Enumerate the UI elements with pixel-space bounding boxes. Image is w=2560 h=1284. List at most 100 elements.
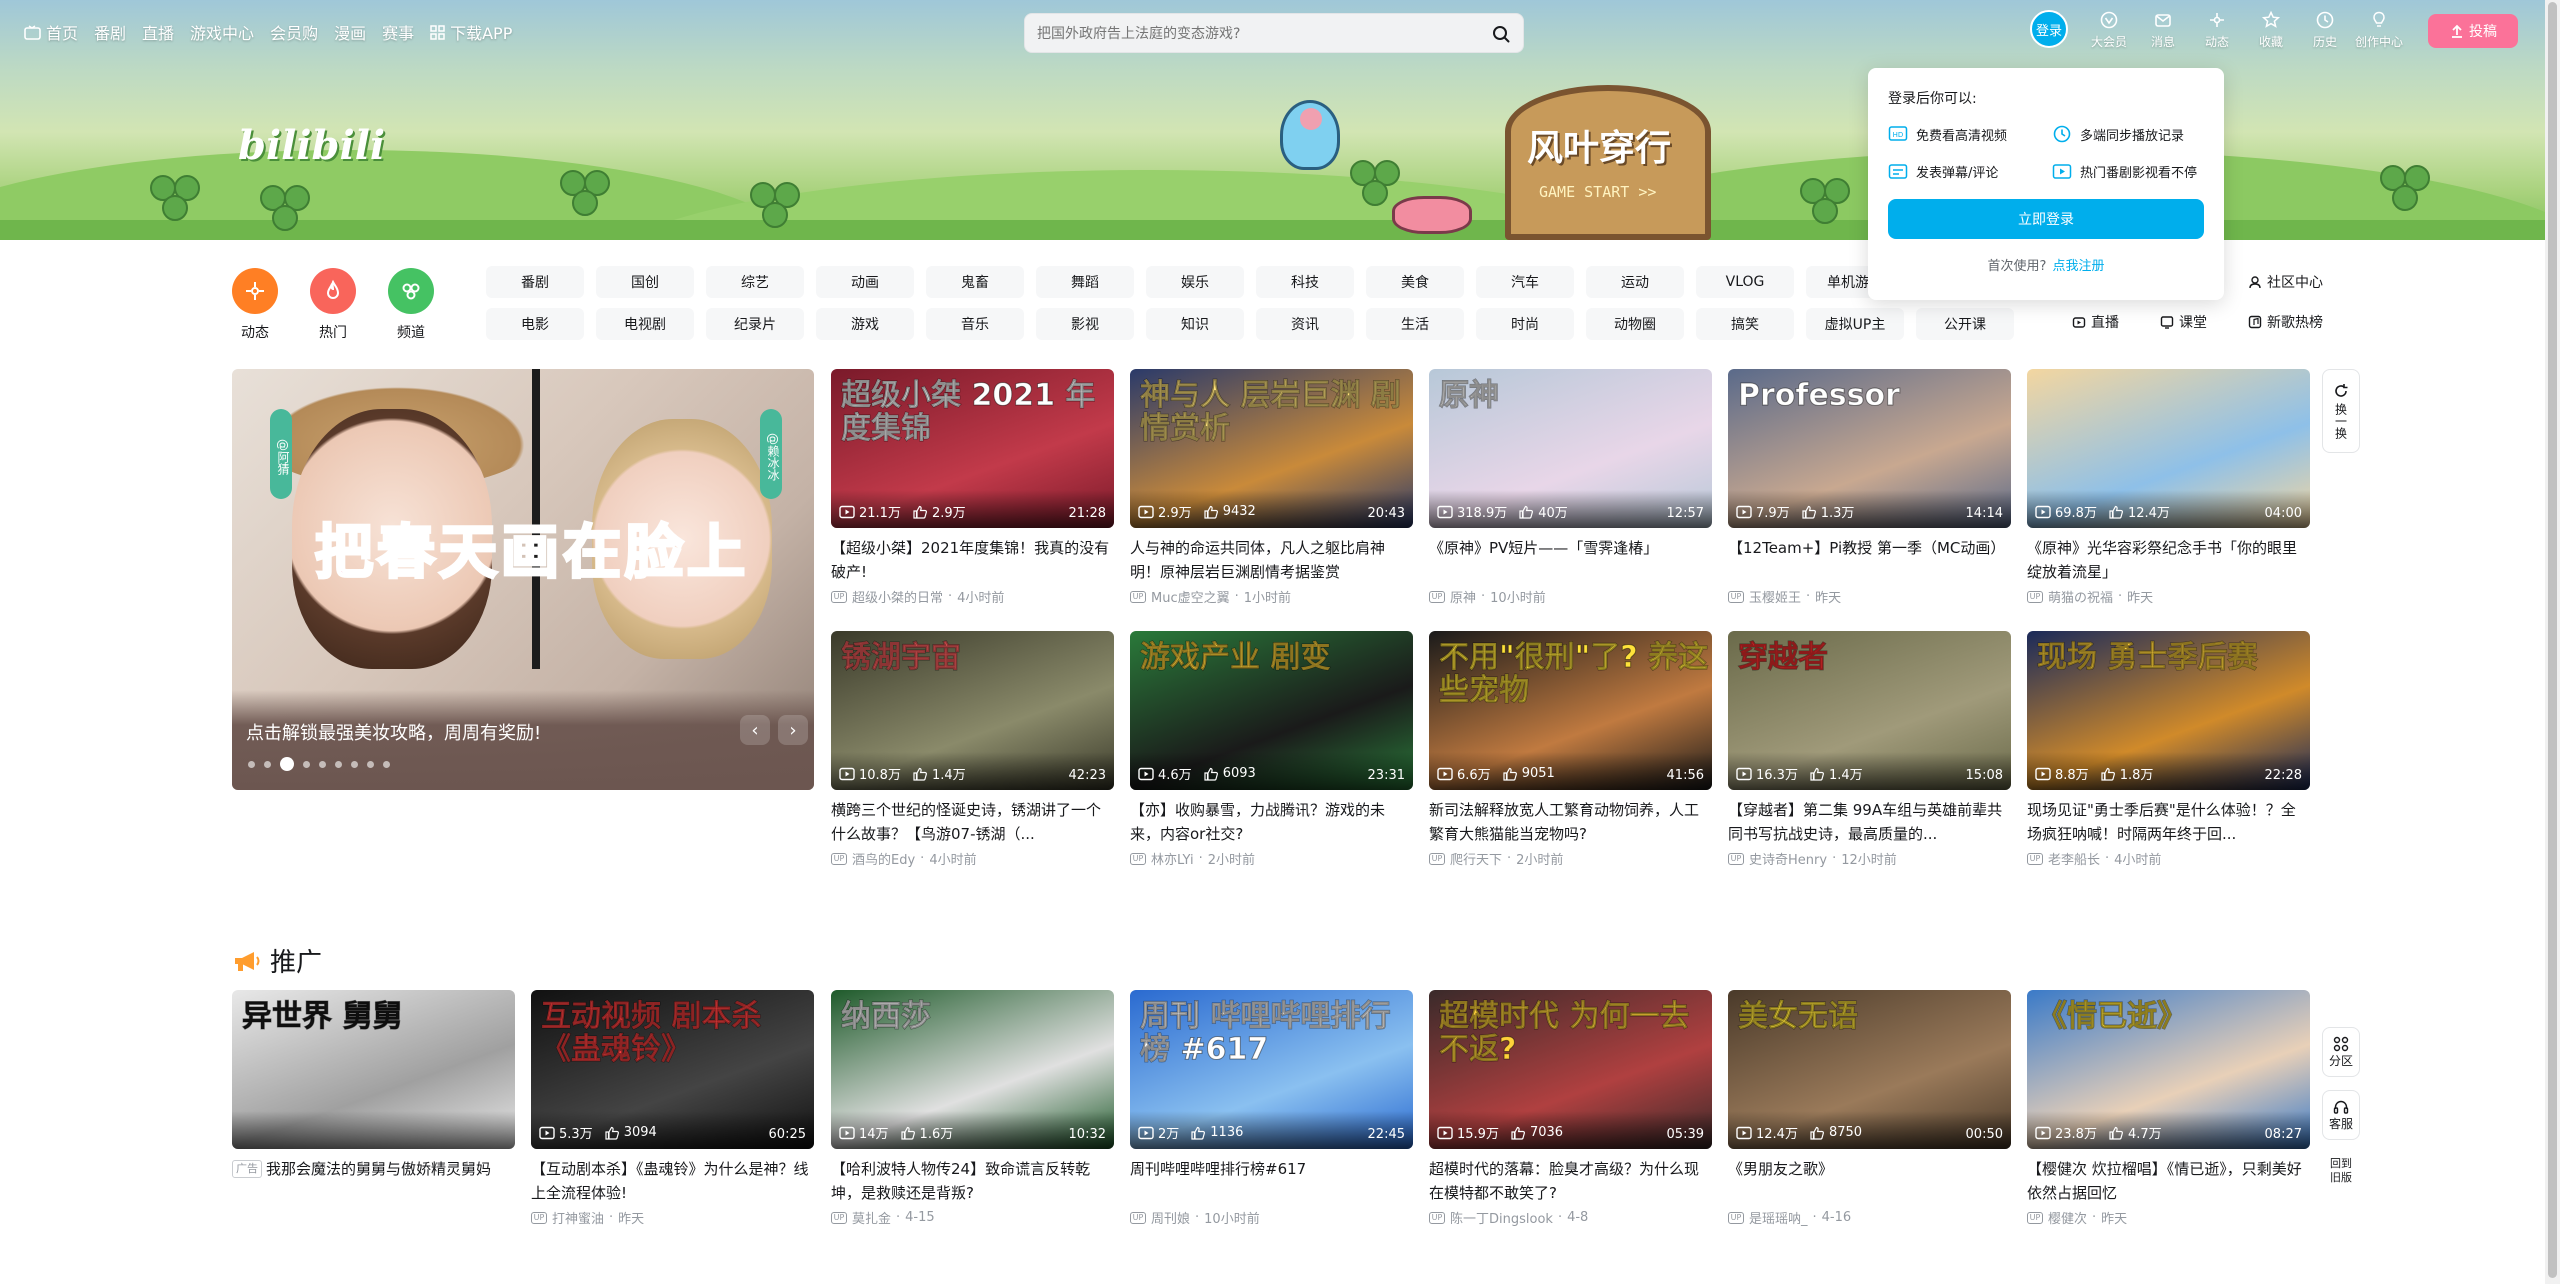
category-chip[interactable]: 时尚 xyxy=(1476,308,1574,340)
video-card[interactable]: 不用"很刑"了? 养这些宠物 6.6万 9051 41:56 新司法解释放宽人工… xyxy=(1429,631,1712,868)
category-chip[interactable]: 综艺 xyxy=(706,266,804,298)
video-title[interactable]: 《原神》PV短片——「雪霁逢椿」 xyxy=(1429,536,1712,584)
video-card[interactable]: 69.8万 12.4万 04:00 《原神》光华容彩祭纪念手书「你的眼里绽放着流… xyxy=(2027,369,2310,606)
video-author[interactable]: 史诗奇Henry xyxy=(1749,849,1827,868)
video-author[interactable]: 莫扎金 xyxy=(852,1208,891,1227)
nav-download-app[interactable]: 下载APP xyxy=(430,20,512,44)
video-card[interactable]: 游戏产业 剧变 4.6万 6093 23:31 【亦】收购暴雪，力战腾讯？游戏的… xyxy=(1130,631,1413,868)
category-chip[interactable]: 鬼畜 xyxy=(926,266,1024,298)
video-thumbnail[interactable]: 美女无语 12.4万 8750 00:50 xyxy=(1728,990,2011,1149)
channel-dynamic[interactable]: 动态 xyxy=(232,268,278,342)
upload-button[interactable]: 投稿 xyxy=(2428,14,2518,48)
video-card[interactable]: 现场 勇士季后赛 8.8万 1.8万 22:28 现场见证"勇士季后赛"是什么体… xyxy=(2027,631,2310,868)
side-link-community[interactable]: 社区中心 xyxy=(2248,272,2338,292)
channel-channels[interactable]: 频道 xyxy=(388,268,434,342)
category-chip[interactable]: 电视剧 xyxy=(596,308,694,340)
video-thumbnail[interactable]: 超级小桀 2021 年度集锦 21.1万 2.9万 21:28 xyxy=(831,369,1114,528)
feature-carousel[interactable]: @阿猜 @赖冰冰 把春天画在脸上 点击解锁最强美妆攻略，周周有奖励! ‹ › xyxy=(232,369,814,790)
video-author[interactable]: 陈一丁Dingslook xyxy=(1450,1208,1553,1227)
promo-video-card[interactable]: 互动视频 剧本杀 《蛊魂铃》 5.3万 3094 60:25 【互动剧本杀】《蛊… xyxy=(531,990,814,1227)
game-start-sign[interactable]: 风叶穿行 GAME START >> xyxy=(1505,85,1711,240)
video-thumbnail[interactable]: 不用"很刑"了? 养这些宠物 6.6万 9051 41:56 xyxy=(1429,631,1712,790)
video-title[interactable]: 横跨三个世纪的怪诞史诗，锈湖讲了一个什么故事？【鸟游07-锈湖（... xyxy=(831,798,1114,846)
video-thumbnail[interactable]: 纳西莎 14万 1.6万 10:32 xyxy=(831,990,1114,1149)
category-chip[interactable]: 虚拟UP主 xyxy=(1806,308,1904,340)
video-author[interactable]: 原神 xyxy=(1450,587,1476,606)
promo-video-card[interactable]: 《情已逝》 23.8万 4.7万 08:27 【樱健次 炊拉榴唱】《情已逝》，只… xyxy=(2027,990,2310,1227)
video-title[interactable]: 【互动剧本杀】《蛊魂铃》为什么是神？线上全流程体验! xyxy=(531,1157,814,1205)
refresh-button[interactable]: 换一换 xyxy=(2322,369,2360,453)
video-title[interactable]: 新司法解释放宽人工繁育动物饲养，人工繁育大熊猫能当宠物吗? xyxy=(1429,798,1712,846)
video-author[interactable]: 超级小桀的日常 xyxy=(852,587,943,606)
video-author[interactable]: 打神蜜油 xyxy=(552,1208,604,1227)
video-thumbnail[interactable]: 异世界 舅舅 xyxy=(232,990,515,1149)
category-chip[interactable]: 电影 xyxy=(486,308,584,340)
nav-messages[interactable]: 消息 xyxy=(2136,10,2190,50)
video-title[interactable]: 【超级小桀】2021年度集锦！我真的没有破产! xyxy=(831,536,1114,584)
video-title[interactable]: 【樱健次 炊拉榴唱】《情已逝》，只剩美好依然占据回忆 xyxy=(2027,1157,2310,1205)
video-author[interactable]: 周刊娘 xyxy=(1151,1208,1190,1227)
category-chip[interactable]: 运动 xyxy=(1586,266,1684,298)
video-thumbnail[interactable]: 游戏产业 剧变 4.6万 6093 23:31 xyxy=(1130,631,1413,790)
video-title[interactable]: 周刊哔哩哔哩排行榜#617 xyxy=(1130,1157,1413,1205)
video-card[interactable]: 神与人 层岩巨渊 剧情赏析 2.9万 9432 20:43 人与神的命运共同体，… xyxy=(1130,369,1413,606)
old-version-button[interactable]: 回到旧版 xyxy=(2322,1150,2360,1192)
register-link[interactable]: 点我注册 xyxy=(2052,259,2104,274)
video-card[interactable]: 原神 318.9万 40万 12:57 《原神》PV短片——「雪霁逢椿」 UP … xyxy=(1429,369,1712,606)
category-chip[interactable]: 番剧 xyxy=(486,266,584,298)
category-chip[interactable]: 搞笑 xyxy=(1696,308,1794,340)
category-chip[interactable]: 音乐 xyxy=(926,308,1024,340)
nav-history[interactable]: 历史 xyxy=(2298,10,2352,50)
promo-video-card[interactable]: 超模时代 为何一去不返? 15.9万 7036 05:39 超模时代的落幕：脸臭… xyxy=(1429,990,1712,1227)
login-now-button[interactable]: 立即登录 xyxy=(1888,199,2204,239)
zone-button[interactable]: 分区 xyxy=(2322,1027,2360,1077)
category-chip[interactable]: 娱乐 xyxy=(1146,266,1244,298)
search-button[interactable] xyxy=(1487,20,1515,48)
video-author[interactable]: 樱健次 xyxy=(2048,1208,2087,1227)
nav-live[interactable]: 直播 xyxy=(142,20,174,44)
video-thumbnail[interactable]: 锈湖宇宙 10.8万 1.4万 42:23 xyxy=(831,631,1114,790)
side-link-classroom[interactable]: 课堂 xyxy=(2160,312,2240,332)
category-chip[interactable]: 美食 xyxy=(1366,266,1464,298)
video-author[interactable]: 爬行天下 xyxy=(1450,849,1502,868)
category-chip[interactable]: 舞蹈 xyxy=(1036,266,1134,298)
promo-video-card[interactable]: 纳西莎 14万 1.6万 10:32 【哈利波特人物传24】致命谎言反转乾坤，是… xyxy=(831,990,1114,1227)
page-scrollbar[interactable] xyxy=(2545,0,2560,1284)
promo-video-card[interactable]: 周刊 哔哩哔哩排行榜 #617 2万 1136 22:45 周刊哔哩哔哩排行榜#… xyxy=(1130,990,1413,1227)
video-author[interactable]: 林亦LYi xyxy=(1151,849,1194,868)
video-author[interactable]: 玉樱姬王 xyxy=(1749,587,1801,606)
carousel-dot[interactable] xyxy=(248,760,255,768)
video-title[interactable]: 人与神的命运共同体，凡人之躯比肩神明！原神层岩巨渊剧情考据鉴赏 xyxy=(1130,536,1413,584)
search-input[interactable] xyxy=(1037,22,1467,46)
promo-video-card[interactable]: 美女无语 12.4万 8750 00:50 《男朋友之歌》 UP 是瑶瑶呐_ ·… xyxy=(1728,990,2011,1227)
video-author[interactable]: 是瑶瑶呐_ xyxy=(1749,1208,1808,1227)
video-thumbnail[interactable]: 《情已逝》 23.8万 4.7万 08:27 xyxy=(2027,990,2310,1149)
category-chip[interactable]: 国创 xyxy=(596,266,694,298)
carousel-prev-button[interactable]: ‹ xyxy=(740,715,770,745)
carousel-dot[interactable] xyxy=(303,760,310,768)
carousel-dot-active[interactable] xyxy=(280,757,294,771)
nav-mall[interactable]: 会员购 xyxy=(270,20,318,44)
category-chip[interactable]: 公开课 xyxy=(1916,308,2014,340)
category-chip[interactable]: 科技 xyxy=(1256,266,1354,298)
carousel-dot[interactable] xyxy=(319,760,326,768)
video-author[interactable]: 萌猫の祝福 xyxy=(2048,587,2113,606)
carousel-dot[interactable] xyxy=(351,760,358,768)
video-title[interactable]: 《男朋友之歌》 xyxy=(1728,1157,2011,1205)
video-title[interactable]: 现场见证"勇士季后赛"是什么体验！？全场疯狂呐喊！时隔两年终于回... xyxy=(2027,798,2310,846)
category-chip[interactable]: 汽车 xyxy=(1476,266,1574,298)
video-thumbnail[interactable]: 现场 勇士季后赛 8.8万 1.8万 22:28 xyxy=(2027,631,2310,790)
video-thumbnail[interactable]: 神与人 层岩巨渊 剧情赏析 2.9万 9432 20:43 xyxy=(1130,369,1413,528)
video-thumbnail[interactable]: 原神 318.9万 40万 12:57 xyxy=(1429,369,1712,528)
category-chip[interactable]: 动物圈 xyxy=(1586,308,1684,340)
video-author[interactable]: Muc虚空之翼 xyxy=(1151,587,1230,606)
carousel-dot[interactable] xyxy=(383,760,390,768)
category-chip[interactable]: 影视 xyxy=(1036,308,1134,340)
nav-favorites[interactable]: 收藏 xyxy=(2244,10,2298,50)
nav-vip[interactable]: 大会员 xyxy=(2082,10,2136,50)
nav-anime[interactable]: 番剧 xyxy=(94,20,126,44)
nav-manga[interactable]: 漫画 xyxy=(334,20,366,44)
carousel-caption[interactable]: 点击解锁最强美妆攻略，周周有奖励! xyxy=(246,719,541,745)
bilibili-logo[interactable]: bilibili xyxy=(238,122,385,169)
video-title[interactable]: 《原神》光华容彩祭纪念手书「你的眼里绽放着流星」 xyxy=(2027,536,2310,584)
